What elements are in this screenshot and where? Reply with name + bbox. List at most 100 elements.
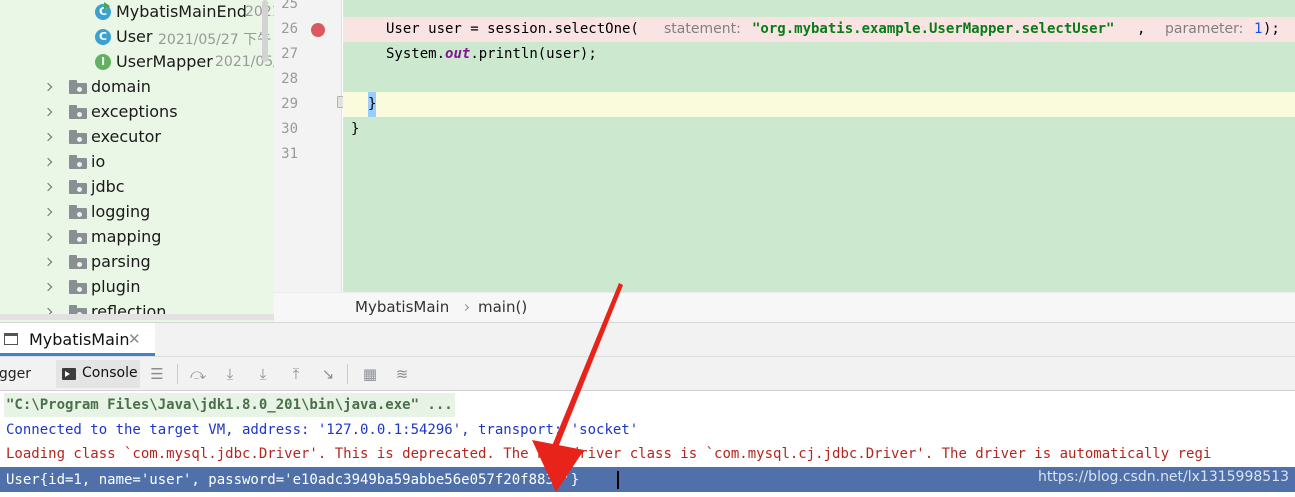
line-number: 31 [281, 146, 298, 162]
package-folder-icon [69, 205, 87, 219]
tree-item-executor[interactable]: executor [0, 125, 274, 150]
tab-mybatismain[interactable]: MybatisMain ✕ [0, 323, 155, 356]
close-icon[interactable]: ✕ [128, 330, 141, 348]
chevron-right-icon[interactable] [43, 156, 55, 168]
package-folder-icon [69, 80, 87, 94]
tree-item-mapping[interactable]: mapping [0, 225, 274, 250]
tree-item-label: executor [91, 127, 161, 146]
code-text: , [1137, 21, 1146, 37]
tree-item-parsing[interactable]: parsing [0, 250, 274, 275]
step-over-icon[interactable]: ⤓ [221, 365, 239, 383]
tree-item-mybatismainend[interactable]: C MybatisMainEnd 2021 [0, 0, 274, 25]
tree-item-label: exceptions [91, 102, 178, 121]
show-execution-point-icon[interactable]: ⤼ [189, 365, 207, 383]
interface-icon: I [95, 54, 111, 70]
line-number: 28 [281, 71, 298, 87]
tree-item-exceptions[interactable]: exceptions [0, 100, 274, 125]
code-editor[interactable]: User user = session.selectOne( statement… [343, 0, 1295, 292]
parameter-hint-parameter: parameter: [1165, 21, 1244, 37]
trace-icon[interactable]: ≋ [393, 365, 411, 383]
tree-item-label: io [91, 152, 106, 171]
closing-brace: } [351, 121, 360, 137]
package-folder-icon [69, 155, 87, 169]
parameter-hint-statement: statement: [664, 21, 741, 37]
chevron-right-icon[interactable] [43, 181, 55, 193]
console-connected-line: Connected to the target VM, address: '12… [6, 422, 639, 438]
chevron-right-icon[interactable] [43, 256, 55, 268]
chevron-right-icon[interactable] [43, 281, 55, 293]
package-folder-icon [69, 255, 87, 269]
editor-gutter[interactable]: 25 26 27 28 29 30 31 [274, 0, 342, 292]
code-line-27[interactable]: System.out.println(user); [343, 42, 1295, 67]
number-literal: 1 [1254, 21, 1263, 37]
watermark: https://blog.csdn.net/lx1315998513 [1038, 469, 1290, 485]
console-command-line: "C:\Program Files\Java\jdk1.8.0_201\bin\… [4, 393, 455, 417]
chevron-right-icon[interactable] [43, 131, 55, 143]
step-into-icon[interactable]: ⤓ [254, 365, 272, 383]
tree-item-label: mapping [91, 227, 162, 246]
tree-item-label: MybatisMainEnd [116, 2, 247, 21]
code-text-prefix: System. [386, 46, 446, 62]
tree-item-io[interactable]: io [0, 150, 274, 175]
console-icon [62, 368, 76, 380]
chevron-right-icon [461, 303, 470, 312]
console-output[interactable]: "C:\Program Files\Java\jdk1.8.0_201\bin\… [0, 392, 1295, 497]
breakpoint-icon[interactable] [311, 23, 325, 37]
run-to-cursor-icon[interactable]: ↘ [319, 365, 337, 383]
code-line-31[interactable] [343, 142, 1295, 167]
tree-item-label: logging [91, 202, 151, 221]
tree-horizontal-scrollbar[interactable] [0, 314, 274, 320]
tree-item-plugin[interactable]: plugin [0, 275, 274, 300]
tree-item-date: 2021/05/27 下午 1 [158, 32, 274, 48]
toolbar-separator [347, 364, 348, 384]
tree-item-label: plugin [91, 277, 141, 296]
code-line-25[interactable] [343, 0, 1295, 17]
text-caret [617, 471, 619, 489]
tree-item-label: jdbc [91, 177, 125, 196]
tree-item-usermapper[interactable]: I UserMapper 2021/05/ [0, 50, 274, 75]
chevron-right-icon[interactable] [43, 106, 55, 118]
evaluate-icon[interactable]: ▦ [361, 365, 379, 383]
tree-item-label: User [116, 27, 153, 46]
tree-item-label: parsing [91, 252, 151, 271]
tab-debugger[interactable]: ugger [0, 366, 31, 382]
tree-item-domain[interactable]: domain [0, 75, 274, 100]
tree-vertical-scrollbar[interactable] [262, 0, 268, 62]
window-icon [4, 333, 18, 345]
tree-item-logging[interactable]: logging [0, 200, 274, 225]
matched-brace: } [368, 92, 377, 117]
tree-item-jdbc[interactable]: jdbc [0, 175, 274, 200]
console-warning-line: Loading class `com.mysql.jdbc.Driver'. T… [6, 446, 1212, 462]
tree-item-label: UserMapper [116, 52, 213, 71]
code-line-26[interactable]: User user = session.selectOne( statement… [343, 17, 1295, 42]
step-out-icon[interactable]: ⤒ [287, 365, 305, 383]
code-text-suffix: .println(user); [470, 46, 597, 62]
menu-icon[interactable]: ☰ [148, 365, 166, 383]
breadcrumb-method[interactable]: main() [478, 298, 527, 316]
chevron-right-icon[interactable] [43, 231, 55, 243]
line-number: 27 [281, 46, 298, 62]
package-folder-icon [69, 280, 87, 294]
tree-item-user[interactable]: C User 2021/05/27 下午 1 [0, 25, 274, 50]
tab-console[interactable]: Console [56, 360, 140, 388]
line-number: 25 [281, 0, 298, 12]
breadcrumb-class[interactable]: MybatisMain [355, 298, 449, 316]
chevron-right-icon[interactable] [43, 81, 55, 93]
package-folder-icon [69, 230, 87, 244]
code-line-30[interactable]: } [343, 117, 1295, 142]
package-folder-icon [69, 180, 87, 194]
breadcrumb: MybatisMain main() [274, 292, 1295, 322]
package-folder-icon [69, 105, 87, 119]
tree-item-label: domain [91, 77, 151, 96]
code-line-29[interactable]: } [343, 92, 1295, 117]
console-result-line[interactable]: User{id=1, name='user', password='e10adc… [6, 468, 579, 492]
chevron-right-icon[interactable] [43, 206, 55, 218]
toolbar-separator [177, 364, 178, 384]
code-line-28[interactable] [343, 67, 1295, 92]
project-tree: C MybatisMainEnd 2021 C User 2021/05/27 … [0, 0, 274, 322]
code-text: User user = session.selectOne( [386, 21, 639, 37]
run-tab-bar: MybatisMain ✕ [0, 322, 1295, 356]
code-text: ); [1263, 21, 1280, 37]
line-number: 30 [281, 121, 298, 137]
debug-toolbar: ugger Console ☰ ⤼ ⤓ ⤓ ⤒ ↘ ▦ ≋ [0, 356, 1295, 391]
